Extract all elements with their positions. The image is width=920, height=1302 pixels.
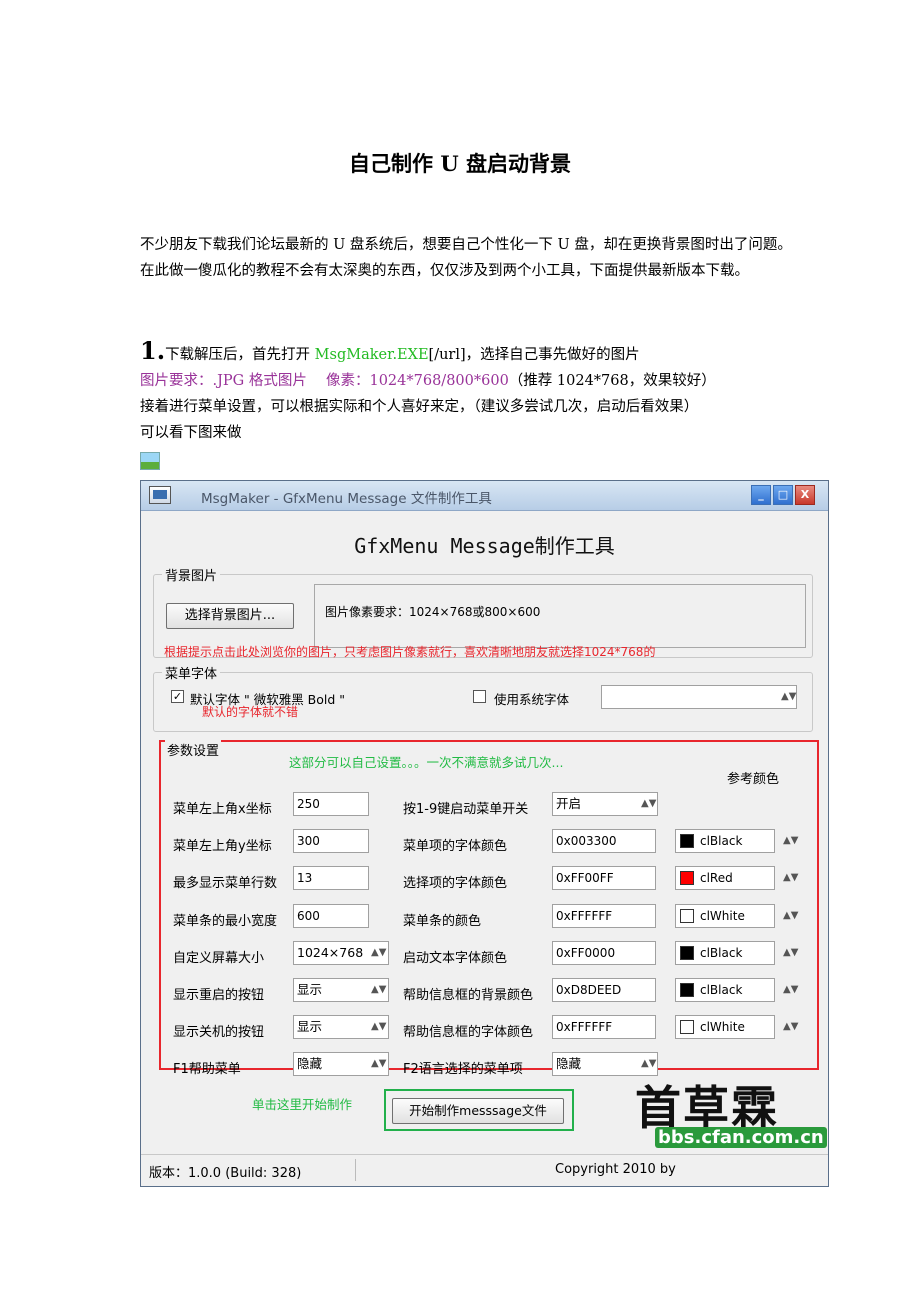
menu-setting-line: 接着进行菜单设置，可以根据实际和个人喜好来定，（建议多尝试几次，启动后看效果） (140, 399, 699, 415)
param-input-left[interactable]: 250 (293, 792, 369, 816)
background-hint: 根据提示点击此处浏览你的图片，只考虑图片像素就行，喜欢清晰地朋友就选择1024*… (164, 645, 656, 659)
color-swatch (680, 834, 694, 849)
step-one-block: 1.下载解压后，首先打开 MsgMaker.EXE[/url]，选择自己事先做好… (140, 338, 800, 446)
param-label-left: 菜单左上角y坐标 (173, 839, 272, 855)
param-label-left: 最多显示菜单行数 (173, 876, 278, 892)
param-label-right: 帮助信息框的字体颜色 (403, 1025, 534, 1041)
color-swatch (680, 908, 694, 923)
select-background-button[interactable]: 选择背景图片... (166, 603, 294, 629)
start-hint: 单击这里开始制作 (252, 1097, 353, 1112)
chevron-updown-icon: ▲▼ (783, 984, 799, 995)
param-input-left[interactable]: 600 (293, 903, 369, 928)
color-swatch (680, 871, 694, 886)
param-label-left: 菜单左上角x坐标 (173, 802, 272, 817)
chevron-updown-icon: ▲▼ (371, 1058, 387, 1070)
param-input-right[interactable]: 0xFFFFFF (552, 903, 656, 928)
close-button[interactable]: X (795, 485, 815, 505)
chevron-updown-icon: ▲▼ (783, 946, 799, 958)
version-text: 版本：1.0.0 (Build: 328) (149, 1166, 302, 1181)
system-font-select[interactable] (601, 685, 797, 709)
param-input-left[interactable]: 300 (293, 829, 369, 854)
step-line: 1.下载解压后，首先打开 MsgMaker.EXE[/url]，选择自己事先做好… (140, 338, 800, 368)
chevron-updown-icon: ▲▼ (783, 1021, 799, 1033)
logo-url: bbs.cfan.com.cn (655, 1127, 827, 1148)
param-label-right: 菜单条的颜色 (403, 913, 482, 929)
chevron-updown-icon: ▲▼ (783, 835, 799, 847)
param-label-left: 显示关机的按钮 (173, 1025, 265, 1041)
param-label-right: 帮助信息框的背景颜色 (403, 988, 534, 1003)
param-label-right: F2语言选择的菜单项 (403, 1062, 523, 1078)
image-placeholder-icon (140, 452, 160, 470)
msgmaker-link[interactable]: MsgMaker.EXE (315, 347, 429, 363)
chevron-updown-icon: ▲▼ (371, 946, 387, 958)
param-label-left: 自定义屏幕大小 (173, 950, 265, 966)
app-heading: GfxMenu Message制作工具 (354, 534, 615, 558)
param-input-left[interactable]: 13 (293, 866, 369, 891)
req-b: （推荐 1024*768，效果较好） (508, 373, 716, 389)
chevron-updown-icon: ▲▼ (641, 798, 657, 809)
pixel-requirement-box: 图片像素要求：1024×768或800×600 (314, 584, 806, 648)
param-input-right[interactable]: 0x003300 (552, 829, 656, 854)
background-group-label: 背景图片 (162, 565, 221, 584)
intro-paragraph: 不少朋友下载我们论坛最新的 U 盘系统后，想要自己个性化一下 U 盘，却在更换背… (140, 237, 792, 279)
param-label-right: 选择项的字体颜色 (403, 876, 508, 892)
color-swatch (680, 945, 694, 960)
param-label-right: 菜单项的字体颜色 (403, 839, 508, 855)
param-label-right: 按1-9键启动菜单开关 (403, 802, 529, 817)
system-font-label: 使用系统字体 (494, 692, 570, 707)
param-label-right: 启动文本字体颜色 (403, 950, 508, 966)
ref-color-name: clWhite (700, 908, 745, 923)
param-input-right[interactable]: 0xFFFFFF (552, 1015, 656, 1040)
window-title: MsgMaker - GfxMenu Message 文件制作工具 (201, 491, 492, 507)
param-label-left: F1帮助菜单 (173, 1062, 241, 1078)
title-bar[interactable]: MsgMaker - GfxMenu Message 文件制作工具 _ □ X (141, 481, 828, 511)
param-label-left: 显示重启的按钮 (173, 988, 265, 1003)
app-icon (149, 486, 171, 504)
ref-color-name: clBlack (700, 834, 743, 849)
req-a: 图片要求：.JPG 格式图片 像素：1024*768/800*600 (140, 373, 509, 389)
chevron-updown-icon: ▲▼ (781, 691, 797, 702)
see-below-line: 可以看下图来做 (140, 425, 242, 441)
system-font-checkbox[interactable] (473, 690, 486, 703)
param-input-right[interactable]: 0xFF00FF (552, 866, 656, 891)
ref-color-name: clBlack (700, 983, 743, 997)
start-make-button[interactable]: 开始制作messsage文件 (392, 1098, 564, 1124)
step-text-a: 下载解压后，首先打开 (165, 347, 315, 363)
font-hint: 默认的字体就不错 (202, 705, 299, 719)
chevron-updown-icon: ▲▼ (783, 872, 799, 884)
ref-color-header: 参考颜色 (727, 772, 780, 787)
chevron-updown-icon: ▲▼ (641, 1058, 657, 1070)
font-group-label: 菜单字体 (162, 663, 221, 682)
maximize-button[interactable]: □ (773, 485, 793, 505)
cfan-logo: 首草霖 bbs.cfan.com.cn (627, 1072, 827, 1152)
copyright-text: Copyright 2010 by (555, 1162, 676, 1177)
window-client: GfxMenu Message制作工具 背景图片 选择背景图片... 图片像素要… (147, 514, 827, 1152)
chevron-updown-icon: ▲▼ (371, 984, 387, 995)
default-font-checkbox[interactable]: ✓ (171, 690, 184, 703)
param-input-right[interactable]: 0xD8DEED (552, 978, 656, 1002)
param-hint: 这部分可以自己设置。。。一次不满意就多试几次... (289, 755, 564, 770)
status-separator (355, 1159, 356, 1181)
color-swatch (680, 983, 694, 997)
image-requirement-line: 图片要求：.JPG 格式图片 像素：1024*768/800*600（推荐 10… (140, 368, 800, 394)
color-swatch (680, 1020, 694, 1035)
doc-title: 自己制作 U 盘启动背景 (349, 151, 571, 176)
step-text-b: [/url]，选择自己事先做好的图片 (428, 347, 640, 363)
minimize-button[interactable]: _ (751, 485, 771, 505)
pixel-requirement-text: 图片像素要求：1024×768或800×600 (325, 605, 541, 619)
ref-color-name: clRed (700, 871, 733, 886)
param-group-label: 参数设置 (165, 740, 222, 759)
param-input-right[interactable]: 0xFF0000 (552, 940, 656, 965)
step-number: 1. (140, 336, 166, 365)
chevron-updown-icon: ▲▼ (371, 1021, 387, 1033)
param-label-left: 菜单条的最小宽度 (173, 913, 278, 929)
chevron-updown-icon: ▲▼ (783, 909, 799, 921)
ref-color-name: clWhite (700, 1020, 745, 1035)
ref-color-name: clBlack (700, 945, 743, 960)
status-bar: 版本：1.0.0 (Build: 328) Copyright 2010 by (141, 1154, 828, 1186)
msgmaker-window: MsgMaker - GfxMenu Message 文件制作工具 _ □ X … (140, 480, 829, 1187)
